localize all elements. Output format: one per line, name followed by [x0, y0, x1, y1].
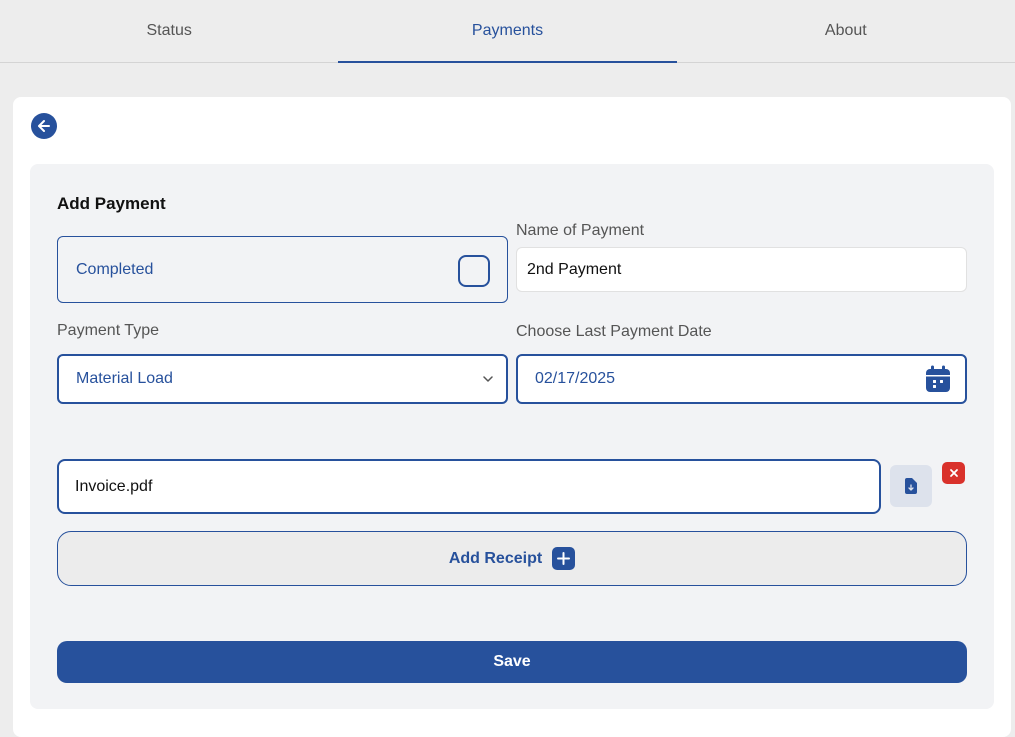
name-of-payment-input[interactable]: [516, 247, 967, 292]
name-of-payment-label: Name of Payment: [516, 222, 645, 239]
tab-payments[interactable]: Payments: [338, 0, 677, 63]
save-button[interactable]: Save: [57, 641, 967, 683]
chevron-down-icon: [483, 376, 493, 382]
last-payment-date-value: 02/17/2025: [535, 370, 616, 387]
payment-type-select[interactable]: Material Load: [57, 354, 508, 404]
completed-label: Completed: [76, 260, 154, 278]
completed-toggle[interactable]: Completed: [57, 236, 508, 303]
calendar-icon[interactable]: [925, 365, 951, 393]
tab-status-label: Status: [146, 22, 192, 39]
back-button[interactable]: [31, 113, 57, 139]
add-receipt-label: Add Receipt: [448, 549, 543, 567]
close-icon: [949, 469, 958, 477]
upload-file-button[interactable]: [890, 465, 932, 507]
receipt-file-name: Invoice.pdf: [75, 477, 153, 495]
remove-file-button[interactable]: [942, 462, 965, 484]
receipt-file-field[interactable]: Invoice.pdf: [57, 459, 881, 514]
add-receipt-button[interactable]: Add Receipt: [57, 531, 967, 586]
plus-icon: [552, 547, 576, 570]
tab-about[interactable]: About: [677, 0, 1015, 62]
last-payment-date-label: Choose Last Payment Date: [516, 323, 712, 340]
tab-payments-label: Payments: [471, 22, 544, 39]
tab-about-label: About: [824, 22, 867, 39]
last-payment-date-input[interactable]: 02/17/2025: [516, 354, 967, 404]
arrow-left-icon: [38, 120, 50, 132]
form-title: Add Payment: [57, 194, 166, 213]
payment-type-value: Material Load: [76, 370, 173, 387]
tab-bar: Status Payments About: [0, 0, 1015, 63]
save-label: Save: [493, 653, 531, 670]
payment-type-label: Payment Type: [57, 322, 159, 339]
tab-status[interactable]: Status: [0, 0, 338, 62]
content-card: Add Payment Completed Name of Payment Pa…: [13, 97, 1011, 737]
completed-checkbox[interactable]: [458, 255, 490, 287]
add-payment-form: Add Payment Completed Name of Payment Pa…: [30, 164, 994, 709]
file-upload-icon: [905, 478, 917, 494]
